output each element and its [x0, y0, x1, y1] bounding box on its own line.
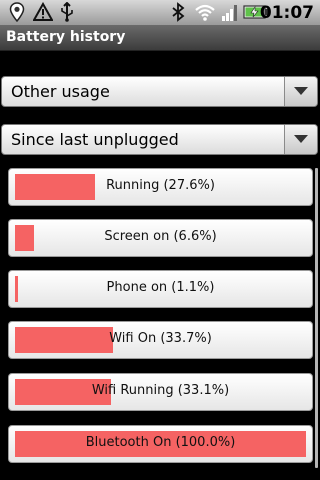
page-title: Battery history: [6, 29, 126, 45]
period-dropdown-button[interactable]: [284, 125, 317, 154]
usage-label: Screen on (6.6%): [104, 229, 217, 244]
usage-label: Bluetooth On (100.0%): [85, 435, 236, 450]
scrollbar[interactable]: [315, 168, 318, 468]
usb-icon: [59, 1, 75, 26]
location-pin-icon: [8, 2, 26, 26]
usage-label: Wifi Running (33.1%): [91, 383, 230, 398]
bluetooth-icon: [171, 2, 185, 26]
usage-label: Running (27.6%): [106, 178, 215, 193]
signal-icon: [221, 2, 239, 26]
usage-type-dropdown[interactable]: Other usage: [1, 76, 318, 107]
status-bar: 01:07: [0, 0, 320, 25]
usage-list: Running (27.6%) Screen on (6.6%) Phone o…: [0, 164, 320, 480]
title-bar: Battery history: [0, 25, 320, 51]
usage-label: Phone on (1.1%): [106, 280, 215, 295]
usage-label: Wifi On (33.7%): [109, 331, 212, 346]
chevron-down-icon: [294, 87, 308, 95]
list-item[interactable]: Phone on (1.1%): [8, 270, 313, 308]
period-value: Since last unplugged: [11, 130, 179, 149]
list-item[interactable]: Bluetooth On (100.0%): [8, 425, 313, 463]
period-dropdown[interactable]: Since last unplugged: [1, 124, 318, 155]
wifi-icon: [194, 2, 216, 26]
list-item[interactable]: Screen on (6.6%): [8, 219, 313, 257]
usage-type-value: Other usage: [11, 82, 110, 101]
list-item[interactable]: Running (27.6%): [8, 168, 313, 206]
list-item[interactable]: Wifi Running (33.1%): [8, 373, 313, 411]
list-item[interactable]: Wifi On (33.7%): [8, 321, 313, 359]
chevron-down-icon: [294, 135, 308, 143]
warning-icon: [32, 1, 54, 26]
usage-type-dropdown-button[interactable]: [284, 77, 317, 106]
clock: 01:07: [259, 3, 314, 23]
